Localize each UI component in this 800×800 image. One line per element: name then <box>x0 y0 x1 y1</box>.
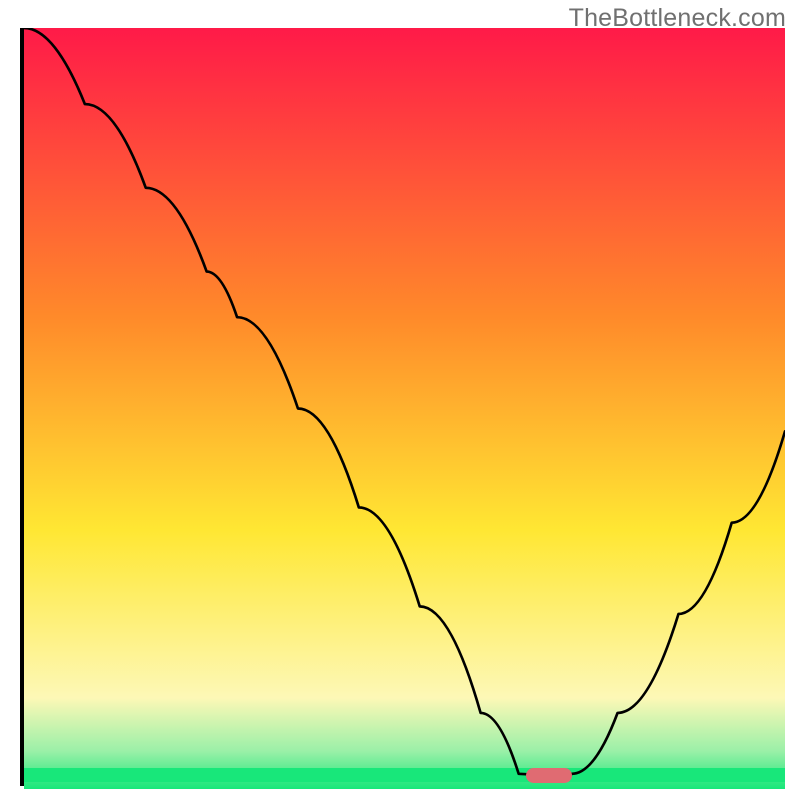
watermark-text: TheBottleneck.com <box>569 4 786 33</box>
optimal-zone-marker <box>526 768 572 783</box>
bottleneck-curve <box>24 28 785 789</box>
chart-area <box>20 28 785 786</box>
